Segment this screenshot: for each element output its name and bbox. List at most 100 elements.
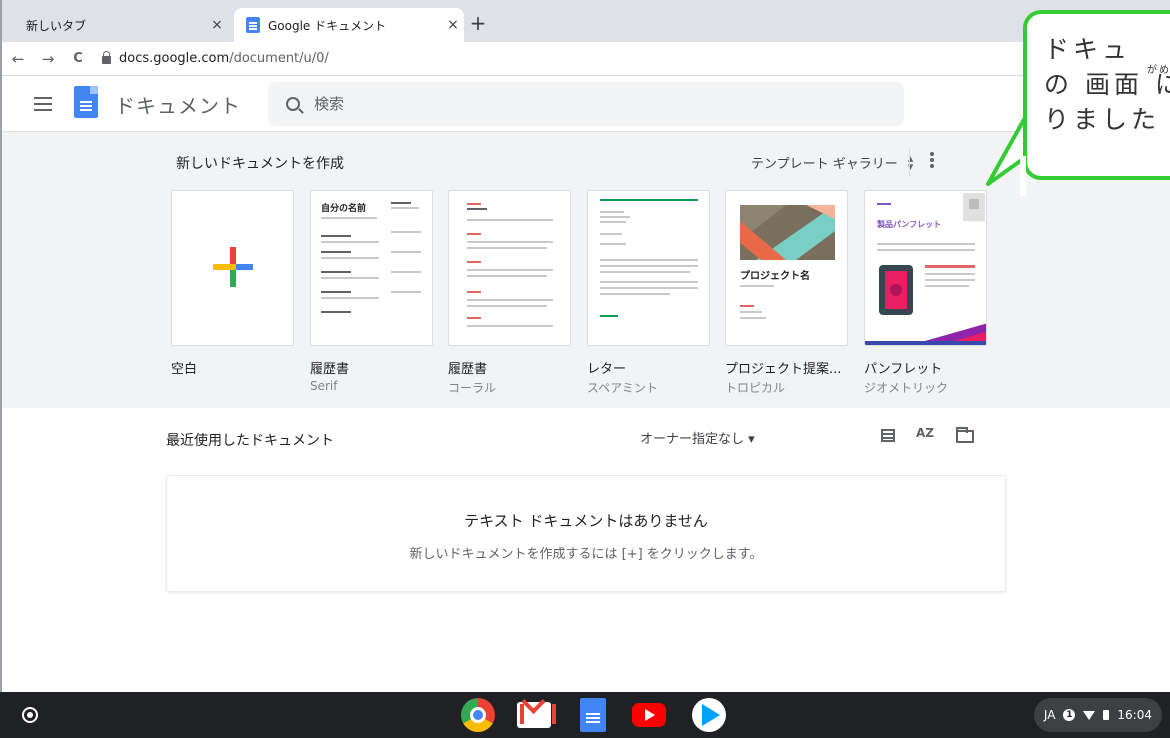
thumb-line <box>391 202 411 204</box>
chrome-icon[interactable] <box>461 698 495 732</box>
tab-label: Google ドキュメント <box>268 18 387 33</box>
search-icon[interactable] <box>286 97 300 111</box>
back-icon[interactable]: ← <box>6 50 30 68</box>
plus-icon-center <box>230 264 236 270</box>
thumb-line <box>467 299 553 301</box>
template-thumbnail[interactable]: 自分の名前 <box>310 190 433 346</box>
close-icon[interactable]: × <box>442 17 464 33</box>
thumb-line <box>600 315 618 317</box>
owner-filter-dropdown[interactable]: オーナー指定なし ▾ <box>640 428 755 447</box>
thumb-line <box>467 233 481 235</box>
template-resume-coral[interactable]: 履歴書 コーラル <box>448 190 571 396</box>
thumb-line <box>467 305 547 307</box>
thumb-line <box>467 275 547 277</box>
template-project-proposal[interactable]: プロジェクト名 プロジェクト提案... トロピカル <box>725 190 848 396</box>
thumb-line <box>600 281 698 283</box>
thumb-line <box>740 317 766 319</box>
template-letter[interactable]: レター スペアミント <box>587 190 710 396</box>
thumb-line <box>740 285 774 287</box>
docs-icon[interactable] <box>580 698 606 732</box>
recent-docs-title: 最近使用したドキュメント <box>166 433 334 449</box>
thumb-line <box>467 269 553 271</box>
divider <box>909 148 910 176</box>
template-thumbnail[interactable] <box>587 190 710 346</box>
template-subtitle: コーラル <box>448 381 497 395</box>
url-field[interactable]: docs.google.com/document/u/0/ <box>119 51 329 66</box>
thumb-line <box>321 291 351 293</box>
empty-state-title: テキスト ドキュメントはありません <box>464 512 708 530</box>
template-blank[interactable]: 空白 <box>171 190 294 379</box>
template-thumbnail[interactable] <box>448 190 571 346</box>
reload-icon[interactable]: C <box>66 51 90 66</box>
battery-icon <box>1103 710 1110 720</box>
folder-picker-icon[interactable] <box>956 427 974 443</box>
sort-az-icon[interactable]: AZ <box>916 426 934 440</box>
thumb-line <box>600 243 626 245</box>
thumb-line <box>600 221 626 223</box>
more-options-icon[interactable] <box>930 152 934 156</box>
lock-icon <box>102 51 111 64</box>
tab-new-tab[interactable]: 新しいタブ × <box>14 8 234 42</box>
thumb-line <box>321 257 379 259</box>
thumb-line <box>467 208 487 210</box>
thumb-line <box>467 317 481 319</box>
template-name: 履歴書 <box>310 362 350 377</box>
thumb-line <box>321 217 377 219</box>
docs-logo-icon[interactable] <box>74 86 98 118</box>
empty-state-hint: 新しいドキュメントを作成するには [+] をクリックします。 <box>409 547 763 562</box>
template-thumbnail[interactable] <box>171 190 294 346</box>
project-heading: プロジェクト名 <box>740 271 810 282</box>
thumb-line <box>321 235 351 237</box>
list-view-icon[interactable] <box>881 429 895 442</box>
thumb-line <box>321 241 379 243</box>
thumb-line <box>391 231 421 233</box>
window-edge <box>0 0 2 692</box>
play-store-icon[interactable] <box>692 698 726 732</box>
thumb-line <box>467 291 481 293</box>
youtube-icon[interactable] <box>632 703 666 727</box>
thumb-line <box>600 287 698 289</box>
main-menu-icon[interactable] <box>34 97 52 99</box>
tab-label: 新しいタブ <box>26 18 87 33</box>
thumb-line <box>600 293 670 295</box>
brochure-art <box>865 193 986 345</box>
template-name: パンフレット <box>864 362 943 377</box>
template-resume-serif[interactable]: 自分の名前 履歴書 Serif <box>310 190 433 393</box>
tab-strip: 新しいタブ × Google ドキュメント × + <box>0 0 1170 42</box>
template-subtitle: Serif <box>310 379 338 393</box>
template-thumbnail[interactable]: プロジェクト名 <box>725 190 848 346</box>
template-thumbnail[interactable]: 製品パンフレット <box>864 190 987 346</box>
thumb-line <box>600 199 698 201</box>
new-tab-button[interactable]: + <box>466 12 490 36</box>
empty-state-card: テキスト ドキュメントはありません 新しいドキュメントを作成するには [+] を… <box>166 475 1006 592</box>
launcher-icon[interactable] <box>22 707 38 723</box>
thumb-line <box>467 241 553 243</box>
callout-ruby: がめん <box>1147 65 1170 76</box>
thumb-line <box>467 325 553 327</box>
template-brochure[interactable]: 製品パンフレット パンフレット ジオメトリック <box>864 190 987 396</box>
url-host: docs.google.com <box>119 51 230 66</box>
thumb-line <box>321 297 379 299</box>
status-tray[interactable]: JA 1 16:04 <box>1033 698 1162 732</box>
forward-icon[interactable]: → <box>36 50 60 68</box>
thumb-line <box>467 247 547 249</box>
thumb-line <box>600 211 624 213</box>
template-name: プロジェクト提案... <box>725 362 842 377</box>
template-section-title: 新しいドキュメントを作成 <box>176 156 344 172</box>
resume-heading: 自分の名前 <box>321 204 367 214</box>
tab-google-docs[interactable]: Google ドキュメント × <box>234 8 464 42</box>
url-path: /document/u/0/ <box>229 51 329 66</box>
template-gallery-button[interactable]: テンプレート ギャラリー ▴ ▾ <box>751 153 913 173</box>
search-input[interactable] <box>314 95 874 113</box>
notification-count-icon: 1 <box>1063 709 1076 721</box>
thumb-line <box>391 271 421 273</box>
chromeos-shelf: JA 1 16:04 <box>0 692 1170 738</box>
docs-favicon-icon <box>246 17 260 33</box>
search-box[interactable] <box>268 82 904 126</box>
callout-tail-fill <box>1020 156 1026 196</box>
close-icon[interactable]: × <box>206 17 228 33</box>
thumb-line <box>391 207 419 209</box>
gmail-icon[interactable] <box>517 702 556 728</box>
thumb-line <box>467 203 481 205</box>
thumb-line <box>321 251 351 253</box>
